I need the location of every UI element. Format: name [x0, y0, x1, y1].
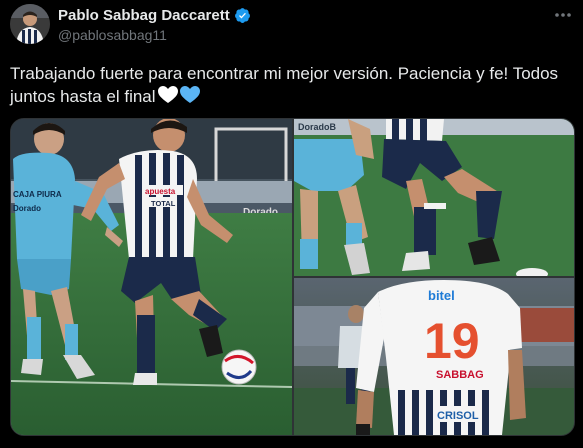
- verified-badge-icon: [234, 7, 250, 23]
- tweet-text-line1: Trabajando fuerte para encontrar mi mejo…: [10, 64, 559, 83]
- author-handle[interactable]: @pablosabbag11: [58, 27, 167, 43]
- more-options-icon[interactable]: [553, 8, 573, 22]
- photo-1[interactable]: Dorado CAJA PIURA Dorado apuesta TOTAL: [11, 119, 292, 435]
- white-heart-icon: [157, 86, 178, 103]
- photo-2-image: DoradoB: [294, 119, 574, 276]
- photo3-sponsor-bottom: CRISOL: [437, 410, 479, 422]
- photo2-board-text: DoradoB: [298, 122, 337, 132]
- photo3-sponsor-top: bitel: [428, 288, 455, 303]
- photo1-sponsor-right-2: TOTAL: [151, 199, 176, 208]
- photo1-sponsor-left-2: Dorado: [13, 204, 41, 213]
- photo-1-image: Dorado CAJA PIURA Dorado apuesta TOTAL: [11, 119, 292, 435]
- photo1-sponsor-right-1: apuesta: [145, 187, 176, 196]
- photo-3-image: bitel 19 SABBAG CRISOL: [294, 278, 574, 435]
- tweet-card[interactable]: Pablo Sabbag Daccarett @pablosabbag11 Tr…: [0, 0, 583, 448]
- photo1-sponsor-left-1: CAJA PIURA: [13, 190, 62, 199]
- tweet-text: Trabajando fuerte para encontrar mi mejo…: [10, 62, 575, 108]
- tweet-text-line2: juntos hasta el final: [10, 87, 156, 106]
- author-name[interactable]: Pablo Sabbag Daccarett: [58, 7, 230, 24]
- media-grid: Dorado CAJA PIURA Dorado apuesta TOTAL D…: [10, 118, 575, 436]
- photo-2[interactable]: DoradoB: [294, 119, 574, 276]
- avatar[interactable]: [10, 4, 50, 44]
- player-avatar-icon: [10, 4, 50, 44]
- photo3-jersey-number: 19: [424, 313, 480, 369]
- tweet-header: Pablo Sabbag Daccarett @pablosabbag11: [10, 4, 575, 44]
- light-blue-heart-icon: [179, 86, 200, 103]
- photo3-player-name: SABBAG: [436, 369, 484, 381]
- photo-3[interactable]: bitel 19 SABBAG CRISOL: [294, 278, 574, 435]
